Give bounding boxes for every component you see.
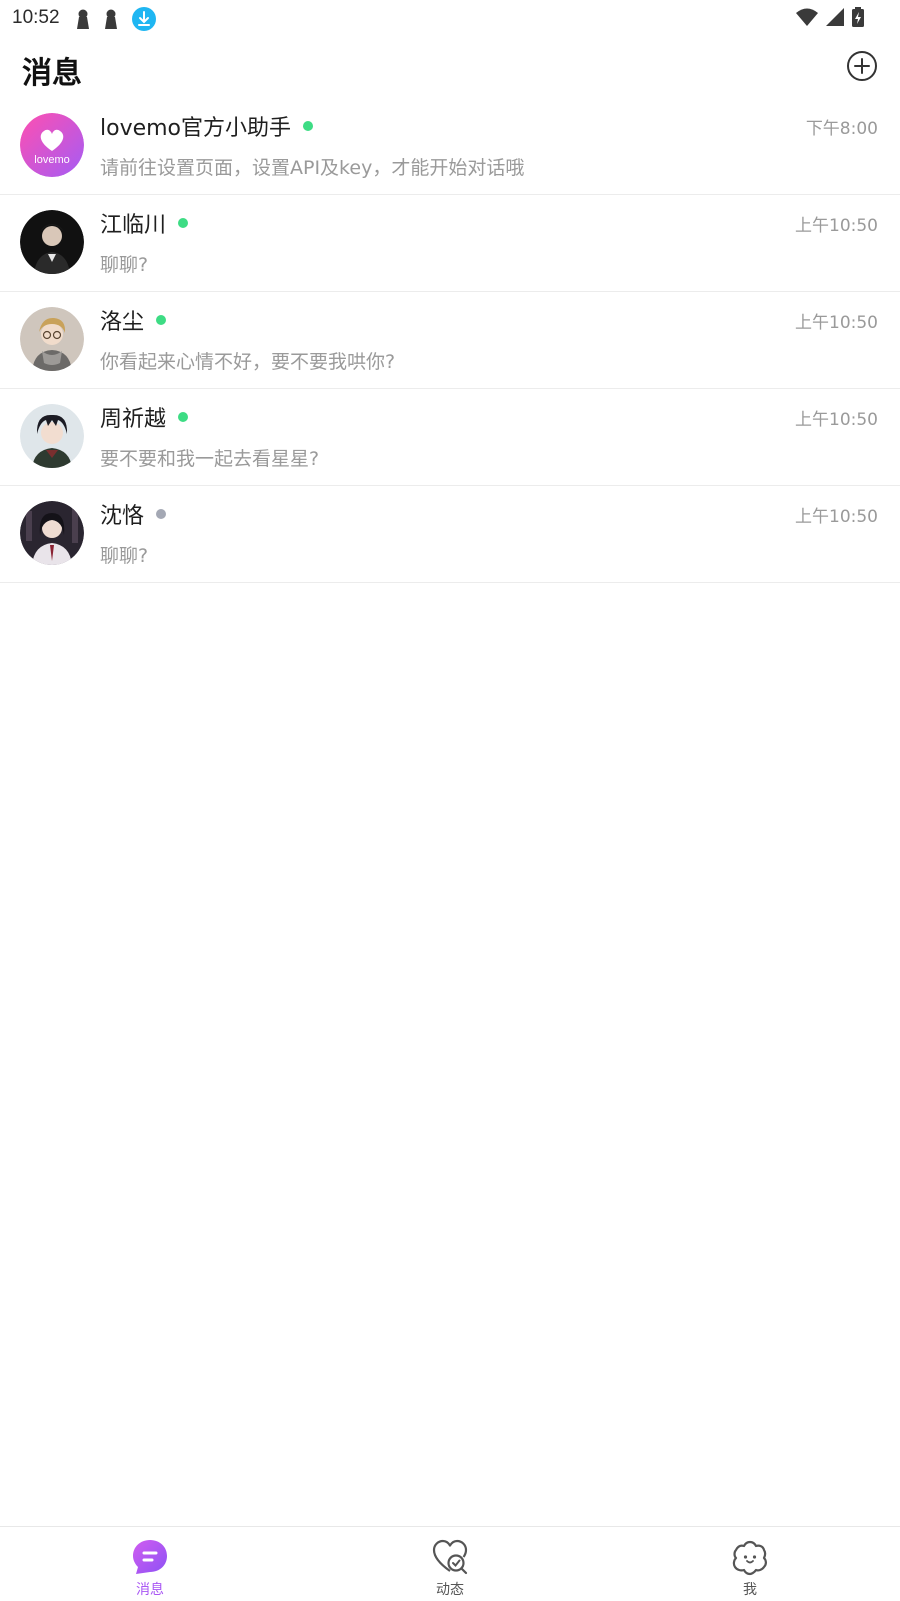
tab-label: 动态 (436, 1582, 464, 1598)
conversation-item[interactable]: 沈恪 上午10:50 聊聊? (0, 486, 900, 583)
message-preview: 聊聊? (100, 545, 149, 567)
download-icon (132, 7, 156, 31)
flower-face-icon (732, 1540, 767, 1576)
tab-messages[interactable]: 消息 (90, 1537, 210, 1599)
status-right-icons (796, 7, 864, 27)
conversation-item[interactable]: 江临川 上午10:50 聊聊? (0, 195, 900, 292)
bottom-tab-bar: 消息 动态 我 (0, 1526, 900, 1601)
battery-icon (852, 7, 864, 27)
contact-name: 江临川 (100, 213, 167, 238)
tab-moments[interactable]: 动态 (390, 1537, 510, 1599)
avatar (20, 501, 84, 565)
conversation-name-row: 江临川 (100, 207, 189, 239)
chat-bubble-icon (133, 1540, 167, 1574)
contact-name: 沈恪 (100, 504, 145, 529)
header: 消息 (0, 40, 900, 100)
character-portrait-icon (20, 307, 84, 371)
message-time: 上午10:50 (795, 410, 878, 430)
heart-search-icon (432, 1539, 468, 1575)
message-time: 上午10:50 (795, 216, 878, 236)
conversation-name-row: 沈恪 (100, 498, 167, 530)
message-time: 上午10:50 (795, 313, 878, 333)
online-status-dot (156, 315, 167, 325)
message-preview: 你看起来心情不好，要不要我哄你? (100, 351, 396, 373)
avatar (20, 404, 84, 468)
message-time: 下午8:00 (805, 119, 878, 139)
offline-status-dot (156, 509, 167, 519)
status-left-icons (76, 7, 156, 31)
message-preview: 请前往设置页面，设置API及key，才能开始对话哦 (100, 157, 525, 179)
online-status-dot (178, 412, 189, 422)
page-title: 消息 (22, 56, 82, 91)
contact-name: 周祈越 (100, 407, 167, 432)
add-button[interactable] (846, 50, 878, 82)
message-time: 上午10:50 (795, 507, 878, 527)
conversation-item[interactable]: 洛尘 上午10:50 你看起来心情不好，要不要我哄你? (0, 292, 900, 389)
notification-keyhole-icon (105, 9, 117, 29)
lovemo-logo-icon: lovemo (20, 113, 84, 177)
character-portrait-icon (20, 210, 84, 274)
avatar (20, 210, 84, 274)
online-status-dot (303, 121, 314, 131)
avatar: lovemo (20, 113, 84, 177)
message-preview: 聊聊? (100, 254, 149, 276)
online-status-dot (178, 218, 189, 228)
conversation-list: lovemo lovemo官方小助手 下午8:00 请前往设置页面，设置API及… (0, 98, 900, 583)
tab-me[interactable]: 我 (690, 1537, 810, 1599)
conversation-name-row: lovemo官方小助手 (100, 110, 314, 142)
tab-label: 消息 (136, 1582, 164, 1598)
contact-name: 洛尘 (100, 310, 145, 335)
status-bar: 10:52 (0, 0, 900, 36)
cell-signal-icon (826, 8, 844, 26)
conversation-name-row: 洛尘 (100, 304, 167, 336)
tab-label: 我 (743, 1582, 757, 1598)
conversation-item[interactable]: 周祈越 上午10:50 要不要和我一起去看星星? (0, 389, 900, 486)
plus-circle-icon (847, 51, 877, 81)
notification-keyhole-icon (77, 9, 89, 29)
character-portrait-icon (20, 501, 84, 565)
status-time: 10:52 (12, 7, 60, 28)
conversation-name-row: 周祈越 (100, 401, 189, 433)
avatar (20, 307, 84, 371)
character-portrait-icon (20, 404, 84, 468)
conversation-item[interactable]: lovemo lovemo官方小助手 下午8:00 请前往设置页面，设置API及… (0, 98, 900, 195)
message-preview: 要不要和我一起去看星星? (100, 448, 320, 470)
lovemo-logo-text: lovemo (34, 154, 69, 166)
contact-name: lovemo官方小助手 (100, 116, 292, 141)
wifi-icon (796, 8, 818, 26)
